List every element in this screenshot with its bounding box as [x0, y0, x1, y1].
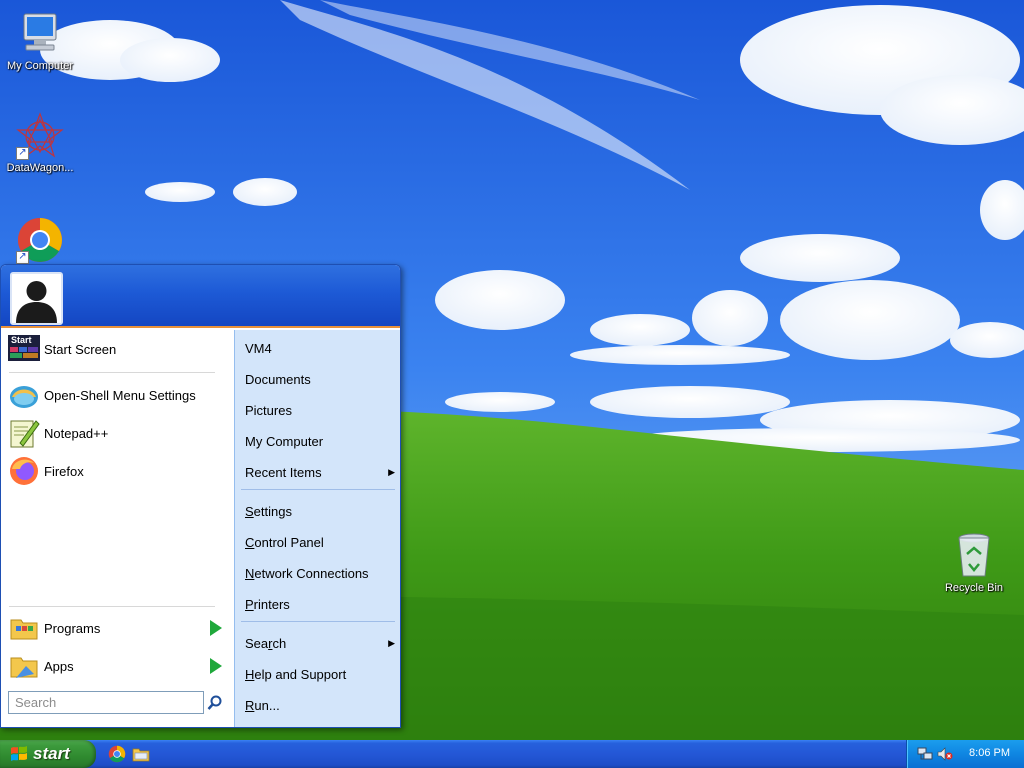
start-menu: Start Start Screen Open-Shell Menu Setti… — [0, 264, 401, 728]
menu-item-start-screen[interactable]: Start Start Screen — [5, 332, 230, 366]
menu-item-label: Recent Items — [245, 464, 322, 480]
clock[interactable]: 8:06 PM — [969, 747, 1010, 759]
start-screen-icon: Start — [8, 333, 40, 365]
start-menu-left-pane: Start Start Screen Open-Shell Menu Setti… — [1, 330, 234, 727]
menu-item-open-shell-settings[interactable]: Open-Shell Menu Settings — [5, 378, 230, 412]
desktop-icon-label: DataWagon... — [6, 162, 74, 174]
menu-item-label: Apps — [44, 658, 74, 674]
separator — [9, 372, 215, 373]
menu-item-label: Start Screen — [44, 341, 117, 357]
submenu-arrow-icon — [210, 620, 222, 636]
search-icon[interactable] — [207, 695, 223, 711]
desktop-icon-recycle-bin[interactable]: Recycle Bin — [934, 532, 1014, 595]
menu-item-vm4[interactable]: VM4 — [245, 336, 395, 360]
separator — [241, 621, 395, 622]
menu-item-printers[interactable]: Printers — [245, 592, 395, 616]
menu-item-label: Documents — [245, 371, 311, 387]
menu-item-label: Run... — [245, 697, 280, 713]
menu-item-run[interactable]: Run... — [245, 693, 395, 717]
network-icon[interactable] — [917, 746, 933, 762]
search-input[interactable] — [8, 691, 204, 714]
submenu-arrow-icon: ▶ — [388, 637, 395, 648]
menu-item-label: Pictures — [245, 402, 292, 418]
menu-item-label: Control Panel — [245, 534, 324, 550]
desktop-icon-my-computer[interactable]: My Computer — [0, 10, 80, 73]
firefox-icon — [8, 455, 40, 487]
menu-item-label: VM4 — [245, 340, 272, 356]
menu-item-label: Network Connections — [245, 565, 369, 581]
menu-item-programs[interactable]: Programs — [5, 611, 230, 645]
desktop-icon-chrome[interactable]: ↗ — [0, 216, 80, 264]
menu-item-firefox[interactable]: Firefox — [5, 454, 230, 488]
menu-item-label: Programs — [44, 620, 101, 636]
menu-item-label: Notepad++ — [44, 425, 109, 441]
volume-muted-icon[interactable] — [937, 746, 953, 762]
user-avatar-icon[interactable] — [10, 272, 63, 325]
quick-launch-file-explorer-icon[interactable] — [132, 745, 150, 763]
separator — [241, 489, 395, 490]
recycle-bin-icon — [950, 532, 998, 580]
desktop-icon-label: My Computer — [6, 60, 74, 72]
quick-launch-chrome-icon[interactable] — [108, 745, 126, 763]
start-menu-header — [1, 265, 400, 328]
datawagon-icon: ↗ — [16, 112, 64, 160]
start-label: start — [33, 744, 70, 763]
menu-item-settings[interactable]: Settings — [245, 499, 395, 523]
menu-item-search[interactable]: Search ▶ — [245, 631, 395, 655]
separator — [9, 606, 215, 607]
open-shell-icon — [8, 379, 40, 411]
submenu-arrow-icon — [210, 658, 222, 674]
system-tray: 8:06 PM — [906, 740, 1024, 768]
start-button[interactable]: start — [0, 740, 96, 768]
menu-item-my-computer[interactable]: My Computer — [245, 429, 395, 453]
apps-folder-icon — [8, 650, 40, 682]
desktop-icon-label: Recycle Bin — [944, 582, 1004, 594]
menu-item-label: Help and Support — [245, 666, 347, 682]
menu-item-help-and-support[interactable]: Help and Support — [245, 662, 395, 686]
menu-item-label: Printers — [245, 596, 290, 612]
menu-item-label: Open-Shell Menu Settings — [44, 387, 196, 403]
menu-item-pictures[interactable]: Pictures — [245, 398, 395, 422]
chrome-icon: ↗ — [16, 216, 64, 264]
menu-item-control-panel[interactable]: Control Panel — [245, 530, 395, 554]
desktop-icon-datawagon[interactable]: ↗ DataWagon... — [0, 112, 80, 175]
computer-icon — [16, 10, 64, 58]
taskbar: start 8:06 PM — [0, 740, 1024, 768]
menu-item-network-connections[interactable]: Network Connections — [245, 561, 395, 585]
menu-item-label: My Computer — [245, 433, 324, 449]
menu-item-label: Search — [245, 635, 287, 651]
shortcut-arrow-icon: ↗ — [16, 147, 29, 160]
menu-item-apps[interactable]: Apps — [5, 649, 230, 683]
menu-item-notepad-plus-plus[interactable]: Notepad++ — [5, 416, 230, 450]
menu-item-label: Firefox — [44, 463, 84, 479]
programs-folder-icon — [8, 612, 40, 644]
windows-logo-icon — [10, 745, 28, 763]
menu-item-label: Settings — [245, 503, 292, 519]
start-screen-badge: Start — [11, 335, 32, 345]
menu-item-recent-items[interactable]: Recent Items ▶ — [245, 460, 395, 484]
submenu-arrow-icon: ▶ — [388, 466, 395, 477]
menu-item-documents[interactable]: Documents — [245, 367, 395, 391]
notepad-plus-plus-icon — [8, 417, 40, 449]
shortcut-arrow-icon: ↗ — [16, 251, 29, 264]
start-menu-right-pane: VM4 Documents Pictures My Computer Recen… — [234, 330, 400, 727]
